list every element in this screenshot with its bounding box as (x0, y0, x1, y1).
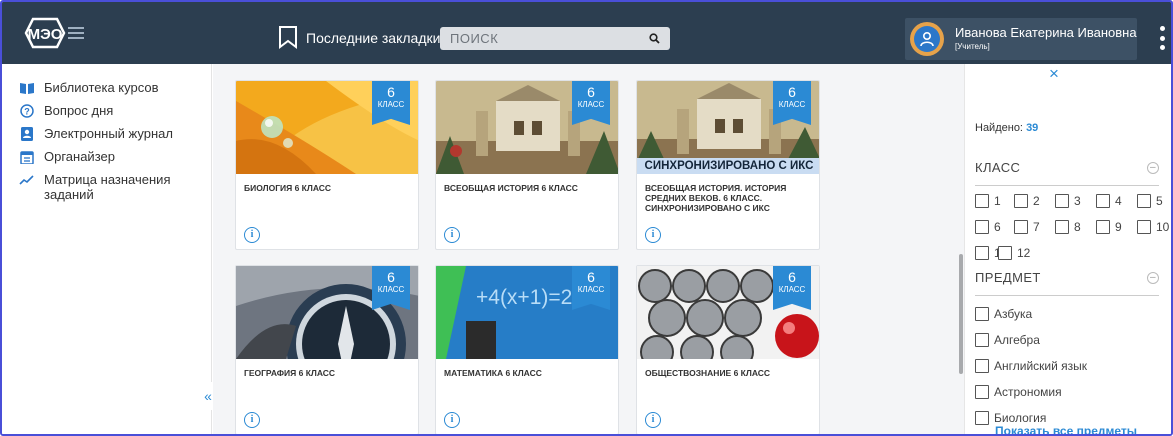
course-title: ВСЕОБЩАЯ ИСТОРИЯ 6 КЛАСС (444, 183, 578, 193)
sidebar-item-label: Матрица назначения заданий (44, 172, 171, 202)
bookmark-icon (279, 26, 297, 49)
grade-badge: 6 КЛАСС (773, 81, 811, 125)
sidebar-item-label: Вопрос дня (44, 103, 114, 118)
results-count: Найдено: 39 (975, 122, 1039, 134)
sidebar-item-journal[interactable]: Электронный журнал (2, 124, 211, 147)
subject-checkbox[interactable]: Астрономия (975, 385, 1062, 399)
collapse-icon[interactable]: – (1147, 162, 1159, 174)
course-title: ОБЩЕСТВОЗНАНИЕ 6 КЛАСС (645, 368, 771, 378)
sidebar-item-matrix[interactable]: Матрица назначения заданий (2, 170, 211, 204)
course-card[interactable]: +4(x+1)=2x+ 6 КЛАСС МАТЕМАТИКА 6 КЛАСС i (435, 265, 619, 434)
user-icon (920, 31, 934, 47)
user-role: [Учитель] (955, 42, 990, 51)
subject-checkbox[interactable]: Азбука (975, 307, 1032, 321)
course-card[interactable]: 6 КЛАСС БИОЛОГИЯ 6 КЛАСС i (235, 80, 419, 250)
class-checkbox[interactable]: 4 (1096, 194, 1122, 208)
course-title: ВСЕОБЩАЯ ИСТОРИЯ. ИСТОРИЯ СРЕДНИХ ВЕКОВ.… (645, 183, 787, 213)
search-placeholder: ПОИСК (450, 31, 499, 46)
user-menu[interactable]: Иванова Екатерина Ивановна [Учитель] (905, 18, 1137, 60)
info-icon[interactable]: i (444, 227, 460, 243)
info-icon[interactable]: i (244, 412, 260, 428)
class-checkbox[interactable]: 3 (1055, 194, 1081, 208)
subject-checkbox[interactable]: Английский язык (975, 359, 1087, 373)
info-icon[interactable]: i (645, 227, 661, 243)
grade-badge: 6 КЛАСС (372, 81, 410, 125)
grade-badge: 6 КЛАСС (572, 266, 610, 310)
sidebar: Библиотека курсов ? Вопрос дня Электронн… (2, 64, 214, 434)
user-name: Иванова Екатерина Ивановна (955, 25, 1137, 40)
info-icon[interactable]: i (645, 412, 661, 428)
subject-filter-header[interactable]: ПРЕДМЕТ – (975, 270, 1159, 296)
course-card[interactable]: 6 КЛАСС ВСЕОБЩАЯ ИСТОРИЯ 6 КЛАСС i (435, 80, 619, 250)
subject-checkbox[interactable]: Алгебра (975, 333, 1040, 347)
course-card[interactable]: 6 КЛАСС ОБЩЕСТВОЗНАНИЕ 6 КЛАСС i (636, 265, 820, 434)
sidebar-item-label: Библиотека курсов (44, 80, 159, 95)
course-title: МАТЕМАТИКА 6 КЛАСС (444, 368, 542, 378)
info-icon[interactable]: i (444, 412, 460, 428)
question-icon: ? (20, 104, 34, 118)
top-bar: МЭО Последние закладки ПОИСК Иванова Ека… (2, 2, 1171, 64)
course-title: ГЕОГРАФИЯ 6 КЛАСС (244, 368, 336, 378)
grade-badge: 6 КЛАСС (372, 266, 410, 310)
course-title: БИОЛОГИЯ 6 КЛАСС (244, 183, 332, 193)
sync-banner: СИНХРОНИЗИРОВАНО С ИКС (637, 158, 819, 174)
course-card[interactable]: СИНХРОНИЗИРОВАНО С ИКС 6 КЛАСС ВСЕОБЩАЯ … (636, 80, 820, 250)
scrollbar-thumb[interactable] (959, 254, 963, 374)
collapse-icon[interactable]: – (1147, 272, 1159, 284)
class-checkbox[interactable]: 9 (1096, 220, 1122, 234)
class-filter-header[interactable]: КЛАСС – (975, 160, 1159, 186)
trend-icon (19, 175, 34, 185)
subject-filter-title: ПРЕДМЕТ (975, 270, 1041, 285)
logo-text: МЭО (28, 26, 63, 43)
class-checkbox[interactable]: 10 (1137, 220, 1169, 234)
search-icon[interactable] (649, 33, 660, 44)
journal-icon (21, 127, 33, 141)
filter-panel: × Найдено: 39 КЛАСС – 1 2 3 4 5 6 7 8 9 … (964, 64, 1171, 434)
calendar-icon (20, 151, 34, 164)
sidebar-item-label: Органайзер (44, 149, 115, 164)
subject-checkbox[interactable]: Биология (975, 411, 1046, 425)
grade-badge: 6 КЛАСС (572, 81, 610, 125)
sidebar-item-label: Электронный журнал (44, 126, 173, 141)
class-checkbox[interactable]: 1 (975, 194, 1001, 208)
sidebar-item-organizer[interactable]: Органайзер (2, 147, 211, 170)
show-all-subjects-link[interactable]: Показать все предметы (995, 424, 1137, 434)
info-icon[interactable]: i (244, 227, 260, 243)
app-window: МЭО Последние закладки ПОИСК Иванова Ека… (0, 0, 1173, 436)
search-input[interactable]: ПОИСК (440, 27, 670, 50)
grade-badge: 6 КЛАСС (773, 266, 811, 310)
course-card[interactable]: 6 КЛАСС ГЕОГРАФИЯ 6 КЛАСС i (235, 265, 419, 434)
more-menu-icon[interactable] (1158, 26, 1166, 50)
class-checkbox[interactable]: 2 (1014, 194, 1040, 208)
recent-bookmarks-button[interactable]: Последние закладки (278, 26, 440, 49)
close-icon[interactable]: × (1049, 64, 1059, 84)
class-checkbox[interactable]: 7 (1014, 220, 1040, 234)
sidebar-item-question[interactable]: ? Вопрос дня (2, 101, 211, 124)
class-checkbox[interactable]: 12 (998, 246, 1030, 260)
course-grid: 6 КЛАСС БИОЛОГИЯ 6 КЛАСС i 6 КЛАСС ВСЕОБ… (213, 64, 958, 434)
avatar (910, 22, 944, 56)
class-checkbox[interactable]: 5 (1137, 194, 1163, 208)
sidebar-item-library[interactable]: Библиотека курсов (2, 78, 211, 101)
class-checkbox[interactable]: 6 (975, 220, 1001, 234)
class-filter-title: КЛАСС (975, 160, 1021, 175)
bookmarks-label: Последние закладки (306, 29, 441, 46)
logo[interactable]: МЭО (18, 16, 114, 50)
book-icon (20, 83, 34, 94)
class-checkbox[interactable]: 8 (1055, 220, 1081, 234)
svg-text:?: ? (24, 107, 30, 117)
